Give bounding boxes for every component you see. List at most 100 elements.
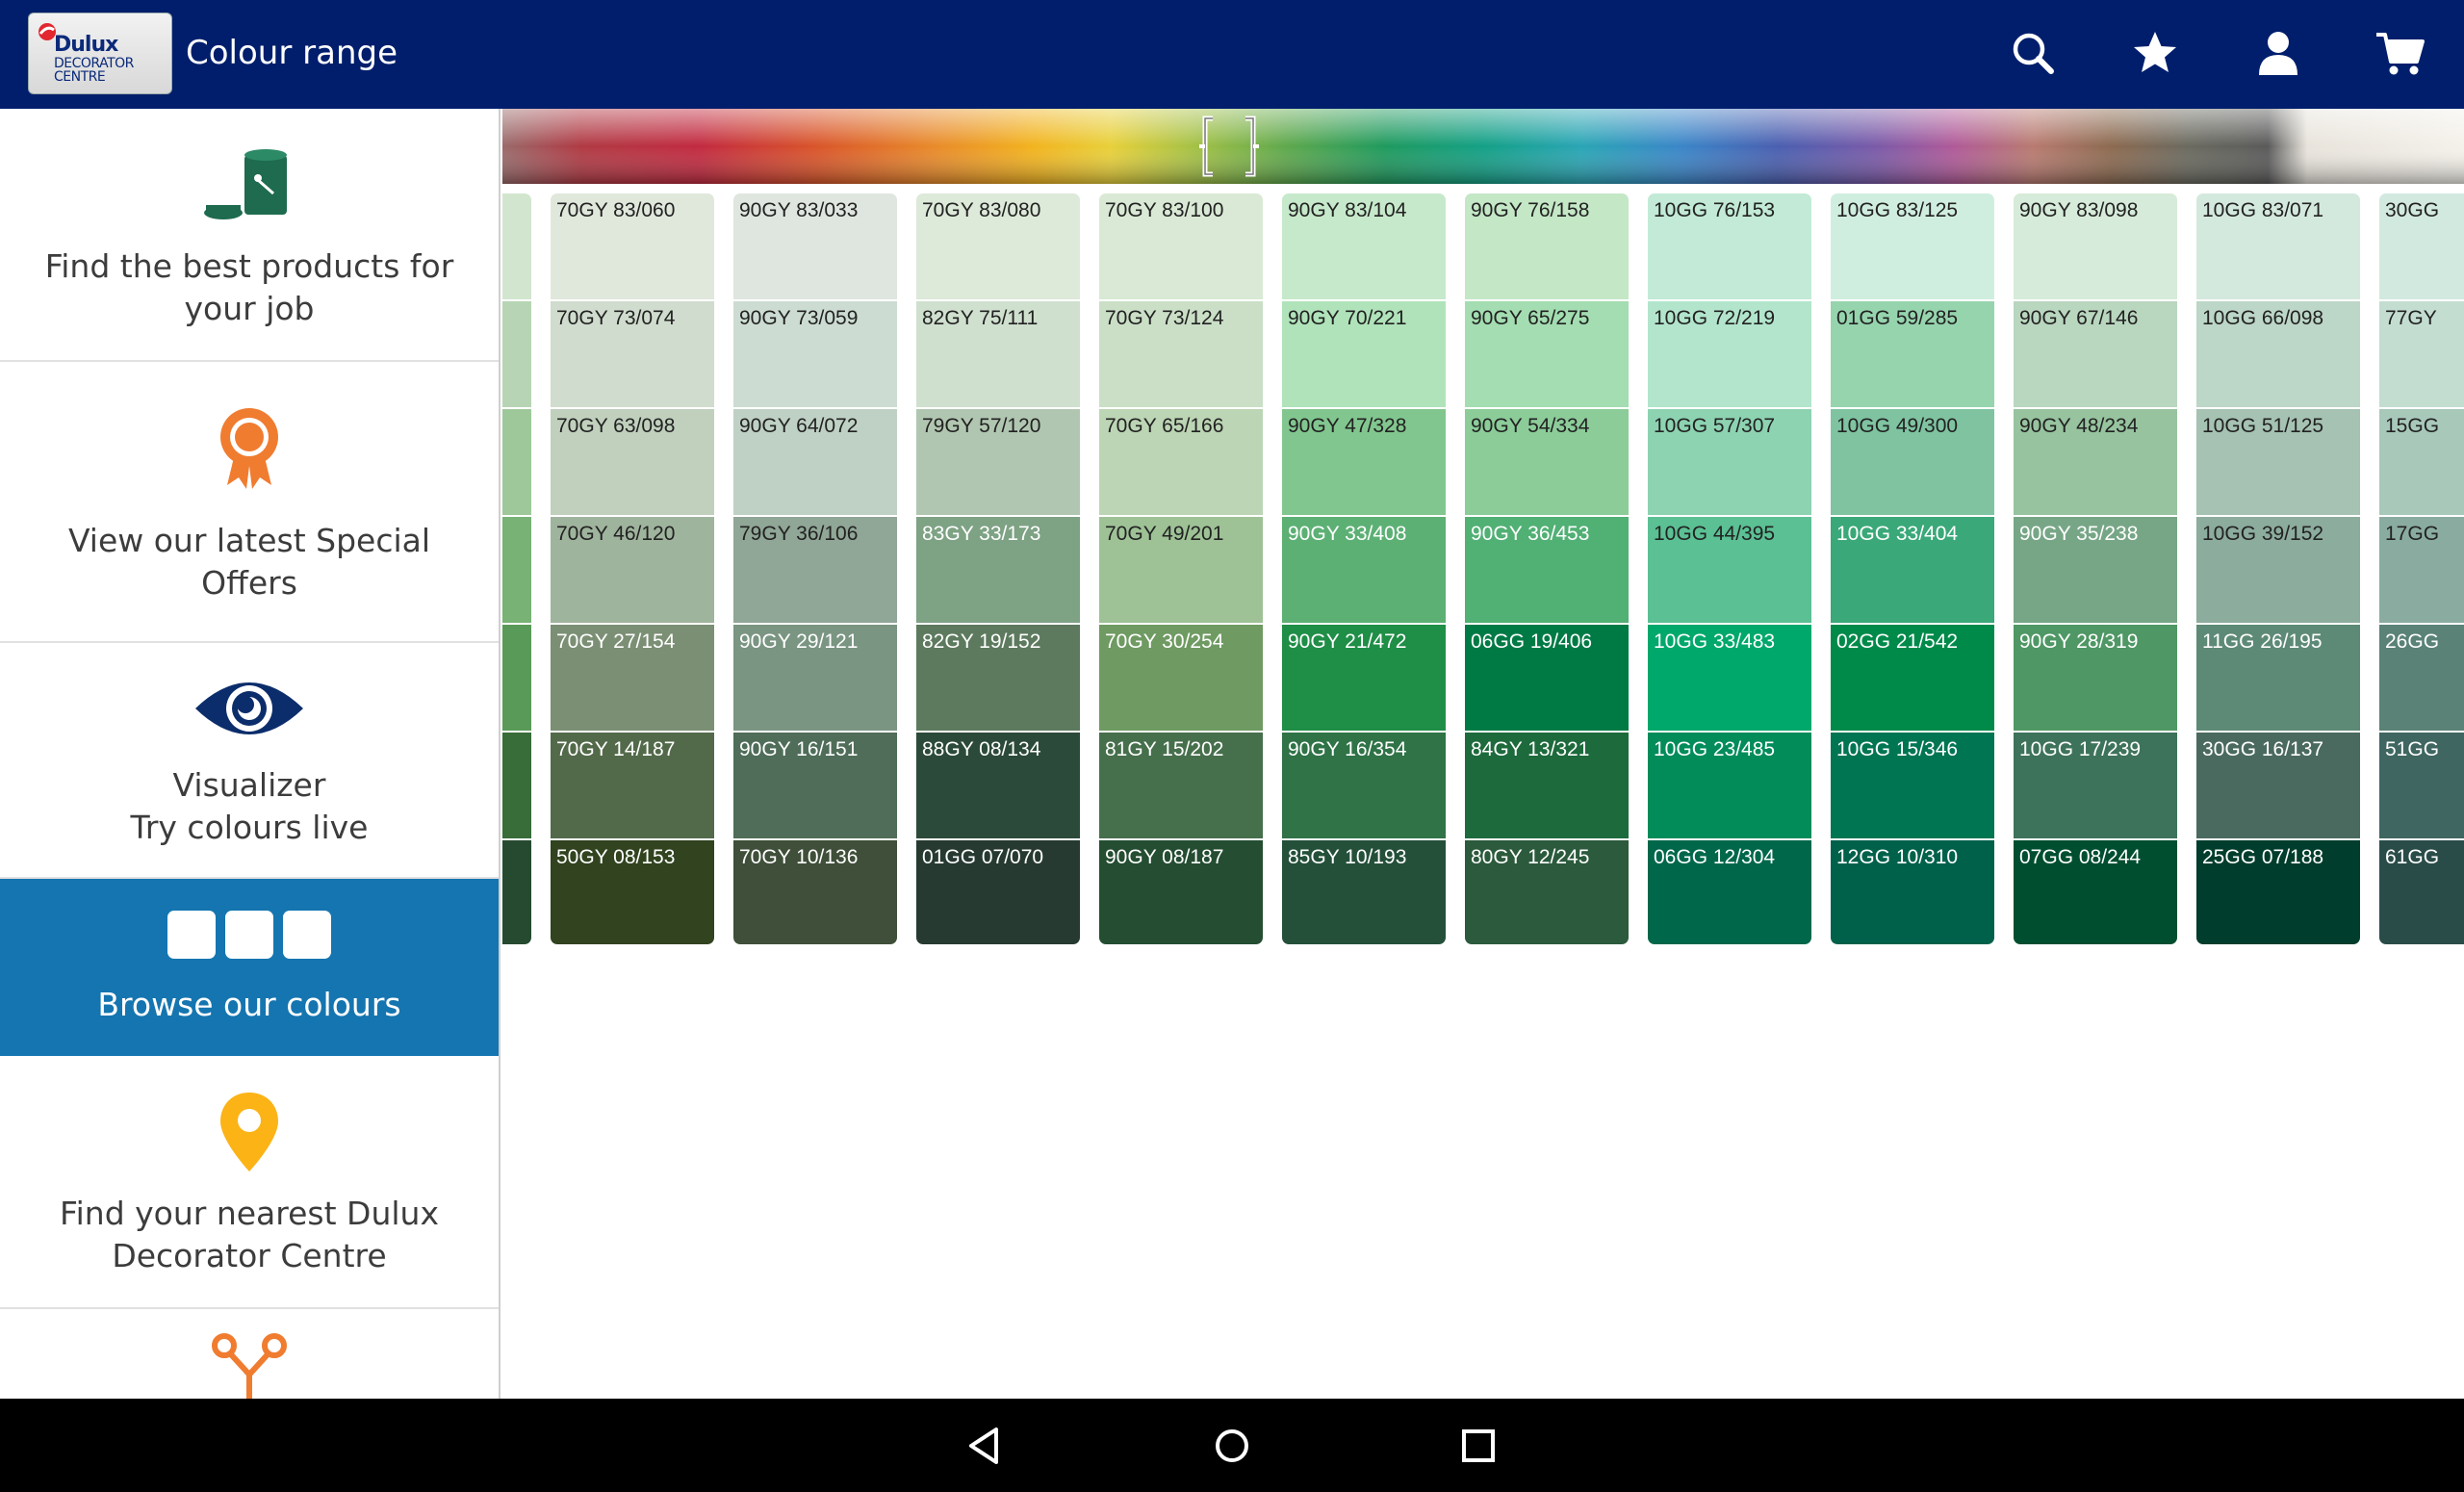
colour-swatch[interactable]: 70GY 83/060 <box>551 193 714 299</box>
search-icon[interactable] <box>2006 27 2060 81</box>
colour-swatch[interactable]: 12GG 10/310 <box>1831 840 1994 944</box>
colour-spectrum-slider[interactable] <box>502 109 2464 184</box>
colour-swatch[interactable]: 90GY 35/238 <box>2014 517 2177 623</box>
colour-swatch[interactable]: 70GY 10/136 <box>733 840 897 944</box>
colour-swatch[interactable]: 70GY 46/120 <box>551 517 714 623</box>
colour-swatch[interactable]: 90GY 70/221 <box>1282 301 1446 407</box>
colour-swatch[interactable]: 10GG 76/153 <box>1648 193 1811 299</box>
colour-swatch[interactable]: 90GY 16/151 <box>733 733 897 838</box>
colour-swatch[interactable]: 70GY 63/098 <box>551 409 714 515</box>
colour-swatch[interactable]: 49 <box>502 193 531 299</box>
colour-swatch[interactable]: 90GY 28/319 <box>2014 625 2177 731</box>
colour-swatch[interactable]: 79GY 57/120 <box>916 409 1080 515</box>
spectrum-handle-icon[interactable] <box>1195 115 1263 178</box>
colour-swatch[interactable]: 80GY 12/245 <box>1465 840 1629 944</box>
colour-swatch[interactable]: 01GG 59/285 <box>1831 301 1994 407</box>
colour-swatch[interactable]: 82GY 75/111 <box>916 301 1080 407</box>
nav-item-visualizer[interactable]: Visualizer Try colours live <box>0 643 499 879</box>
colour-swatch[interactable]: 90GY 36/453 <box>1465 517 1629 623</box>
colour-swatch[interactable]: 90GY 64/072 <box>733 409 897 515</box>
colour-swatch[interactable]: 90GY 08/187 <box>1099 840 1263 944</box>
colour-swatch[interactable]: 10GG 17/239 <box>2014 733 2177 838</box>
colour-swatch[interactable]: 25GG 07/188 <box>2196 840 2360 944</box>
colour-swatch[interactable]: 70GY 73/124 <box>1099 301 1263 407</box>
colour-swatch[interactable]: 70GY 65/166 <box>1099 409 1263 515</box>
colour-swatch[interactable]: 70GY 30/254 <box>1099 625 1263 731</box>
colour-swatch[interactable]: 90GY 29/121 <box>733 625 897 731</box>
colour-swatch[interactable]: 07GG 08/244 <box>2014 840 2177 944</box>
colour-swatch[interactable]: 06GG 12/304 <box>1648 840 1811 944</box>
colour-swatch[interactable]: 10GG 23/485 <box>1648 733 1811 838</box>
nav-item-browse-colours[interactable]: Browse our colours <box>0 879 499 1056</box>
back-icon[interactable] <box>960 1420 1012 1472</box>
colour-swatch[interactable]: 10GG 83/071 <box>2196 193 2360 299</box>
colour-swatch[interactable]: 10GG 33/404 <box>1831 517 1994 623</box>
colour-swatch[interactable]: 88GY 08/134 <box>916 733 1080 838</box>
colour-swatch[interactable]: 90GY 83/033 <box>733 193 897 299</box>
colour-swatch[interactable]: 90GY 83/098 <box>2014 193 2177 299</box>
star-icon[interactable] <box>2128 27 2182 81</box>
colour-swatch[interactable]: 26GG <box>2379 625 2464 731</box>
colour-swatch[interactable]: 10GG 49/300 <box>1831 409 1994 515</box>
colour-swatch[interactable]: 11GG 26/195 <box>2196 625 2360 731</box>
colour-swatch[interactable]: 15GG <box>2379 409 2464 515</box>
colour-swatch[interactable]: 10GG 66/098 <box>2196 301 2360 407</box>
colour-swatch[interactable]: 70GY 27/154 <box>551 625 714 731</box>
colour-swatch[interactable]: 70GY 73/074 <box>551 301 714 407</box>
colour-swatch[interactable]: 02GG 21/542 <box>1831 625 1994 731</box>
colour-swatch[interactable]: 90GY 73/059 <box>733 301 897 407</box>
colour-swatch[interactable]: 77GY <box>2379 301 2464 407</box>
colour-swatch[interactable]: 82GY 19/152 <box>916 625 1080 731</box>
colour-swatch[interactable]: 10GG 51/125 <box>2196 409 2360 515</box>
colour-swatch[interactable]: 90GY 65/275 <box>1465 301 1629 407</box>
colour-swatch[interactable]: 41 <box>502 409 531 515</box>
colour-swatch[interactable]: 51GG <box>2379 733 2464 838</box>
colour-swatch[interactable]: 10GG 15/346 <box>1831 733 1994 838</box>
nav-item-find-products[interactable]: Find the best products for your job <box>0 109 499 362</box>
nav-item-find-centre[interactable]: Find your nearest Dulux Decorator Centre <box>0 1056 499 1309</box>
person-icon[interactable] <box>2251 27 2305 81</box>
colour-swatch[interactable]: 81GY 15/202 <box>1099 733 1263 838</box>
colour-swatch[interactable]: 79GY 36/106 <box>733 517 897 623</box>
colour-swatch[interactable]: 90GY 83/104 <box>1282 193 1446 299</box>
colour-swatch[interactable]: 90GY 33/408 <box>1282 517 1446 623</box>
colour-swatch[interactable]: 90GY 16/354 <box>1282 733 1446 838</box>
colour-swatch[interactable]: 90GY 67/146 <box>2014 301 2177 407</box>
recents-icon[interactable] <box>1452 1420 1504 1472</box>
colour-swatch[interactable]: 06GG 19/406 <box>1465 625 1629 731</box>
nav-item-share[interactable] <box>0 1309 499 1399</box>
colour-swatch[interactable]: 00 <box>502 301 531 407</box>
colour-swatch[interactable]: 85GY 10/193 <box>1282 840 1446 944</box>
colour-swatch[interactable]: 70GY 49/201 <box>1099 517 1263 623</box>
home-icon[interactable] <box>1206 1420 1258 1472</box>
colour-swatch[interactable]: 17GG <box>2379 517 2464 623</box>
colour-swatch[interactable]: 70GY 83/080 <box>916 193 1080 299</box>
colour-swatch[interactable]: 01GG 07/070 <box>916 840 1080 944</box>
colour-swatch[interactable]: 50GY 08/153 <box>551 840 714 944</box>
colour-swatch[interactable]: 10GG 57/307 <box>1648 409 1811 515</box>
colour-swatch[interactable]: 84GY 13/321 <box>1465 733 1629 838</box>
colour-swatch[interactable]: 92 <box>502 625 531 731</box>
dulux-decorator-centre-logo[interactable]: Dulux DECORATOR CENTRE <box>28 13 172 94</box>
colour-swatch[interactable]: 35 <box>502 840 531 944</box>
colour-swatch[interactable]: 10GG 83/125 <box>1831 193 1994 299</box>
colour-swatch[interactable]: 10GG 44/395 <box>1648 517 1811 623</box>
colour-swatch[interactable]: 10GG 72/219 <box>1648 301 1811 407</box>
colour-swatch[interactable]: 70GY 83/100 <box>1099 193 1263 299</box>
colour-swatch[interactable]: 90GY 76/158 <box>1465 193 1629 299</box>
colour-swatch[interactable]: 80 <box>502 517 531 623</box>
colour-swatch[interactable]: 90GY 47/328 <box>1282 409 1446 515</box>
colour-swatch[interactable]: 30GG <box>2379 193 2464 299</box>
colour-swatch[interactable]: 90GY 54/334 <box>1465 409 1629 515</box>
colour-swatch[interactable]: 10GG 39/152 <box>2196 517 2360 623</box>
colour-swatch[interactable]: 90GY 21/472 <box>1282 625 1446 731</box>
colour-swatch[interactable]: 61GG <box>2379 840 2464 944</box>
colour-swatch[interactable]: 30GG 16/137 <box>2196 733 2360 838</box>
colour-swatch[interactable]: 83GY 33/173 <box>916 517 1080 623</box>
colour-swatch[interactable]: 90GY 48/234 <box>2014 409 2177 515</box>
colour-swatch[interactable]: 24 <box>502 733 531 838</box>
cart-icon[interactable] <box>2374 27 2428 81</box>
colour-swatch[interactable]: 10GG 33/483 <box>1648 625 1811 731</box>
nav-item-special-offers[interactable]: View our latest Special Offers <box>0 362 499 643</box>
colour-swatch[interactable]: 70GY 14/187 <box>551 733 714 838</box>
